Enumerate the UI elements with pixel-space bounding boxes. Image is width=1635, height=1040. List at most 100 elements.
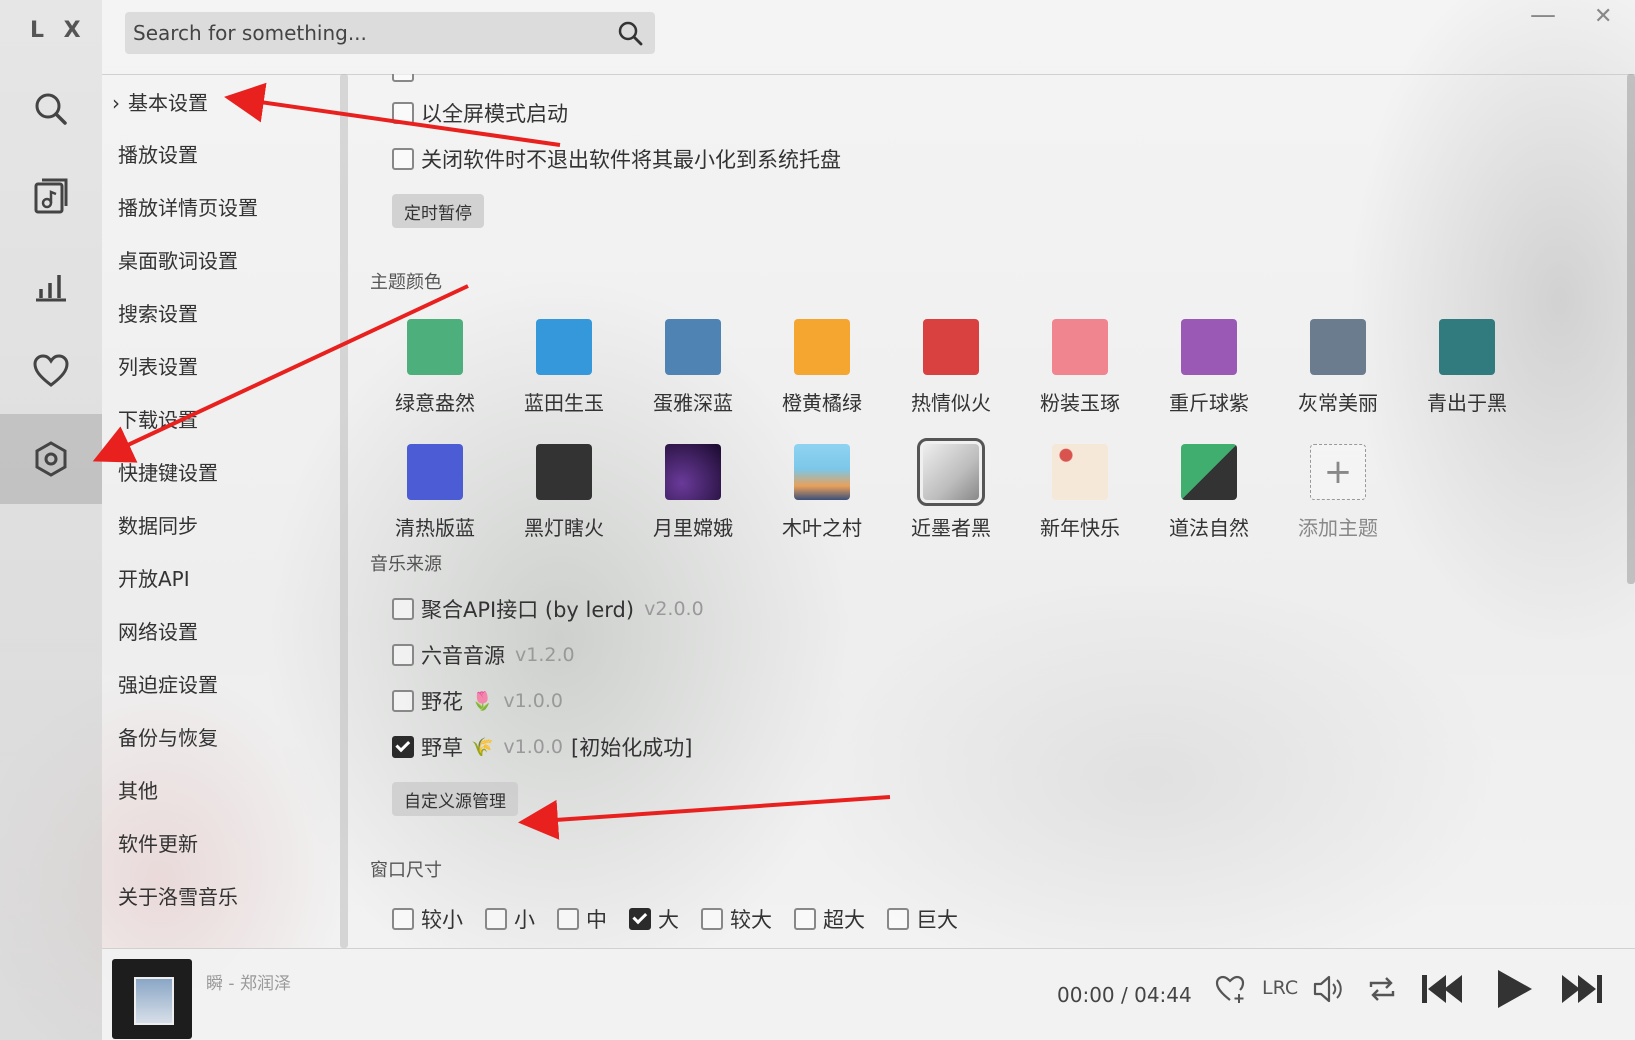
minimize-button[interactable]: — xyxy=(1530,0,1556,30)
player-bar: 瞬 - 郑润泽 00:00 / 04:44 LRC xyxy=(102,948,1635,1040)
fullscreen-start-row[interactable]: 以全屏模式启动 xyxy=(392,98,568,128)
window-size-label: 超大 xyxy=(823,908,865,932)
album-cover[interactable] xyxy=(112,959,192,1039)
window-size-option[interactable]: 中 xyxy=(557,904,607,934)
theme-swatch xyxy=(1052,444,1108,500)
content-scrollbar[interactable] xyxy=(1627,74,1635,584)
source-name: 聚合API接口 (by lerd) xyxy=(421,598,635,622)
window-size-checkbox[interactable] xyxy=(392,908,414,930)
window-size-checkbox[interactable] xyxy=(629,908,651,930)
rail-settings-button[interactable] xyxy=(0,414,102,504)
theme-item[interactable]: 黑灯瞎火 xyxy=(509,444,619,541)
source-checkbox[interactable] xyxy=(392,644,414,666)
nav-scrollbar[interactable] xyxy=(340,74,348,948)
rail-leaderboard-button[interactable] xyxy=(0,240,102,330)
timer-pause-button[interactable]: 定时暂停 xyxy=(392,194,484,228)
add-theme-button[interactable]: + 添加主题 xyxy=(1283,444,1393,541)
favorite-button[interactable] xyxy=(1214,973,1246,1005)
theme-name: 道法自然 xyxy=(1169,516,1249,540)
window-size-option[interactable]: 较大 xyxy=(701,904,772,934)
lyric-toggle-button[interactable]: LRC xyxy=(1262,977,1298,999)
checkbox[interactable] xyxy=(392,74,414,82)
window-size-checkbox[interactable] xyxy=(485,908,507,930)
window-size-checkbox[interactable] xyxy=(794,908,816,930)
previous-button[interactable] xyxy=(1420,971,1466,1007)
theme-item[interactable]: 蓝田生玉 xyxy=(509,319,619,416)
nav-item-play[interactable]: 播放设置 xyxy=(118,139,198,171)
window-size-option[interactable]: 大 xyxy=(629,904,679,934)
next-button[interactable] xyxy=(1558,971,1604,1007)
nav-item-hotkey[interactable]: 快捷键设置 xyxy=(118,457,218,489)
theme-item[interactable]: 新年快乐 xyxy=(1025,444,1135,541)
window-size-option[interactable]: 超大 xyxy=(794,904,865,934)
source-row[interactable]: 聚合API接口 (by lerd) v2.0.0 xyxy=(392,594,704,624)
nav-item-backup[interactable]: 备份与恢复 xyxy=(118,722,218,754)
rail-favorites-button[interactable] xyxy=(0,326,102,416)
repeat-icon xyxy=(1369,977,1395,1001)
window-size-label: 中 xyxy=(586,908,607,932)
song-title[interactable]: 瞬 - 郑润泽 xyxy=(206,969,291,994)
theme-item[interactable]: 道法自然 xyxy=(1154,444,1264,541)
theme-item[interactable]: 粉装玉琢 xyxy=(1025,319,1135,416)
nav-item-search[interactable]: 搜索设置 xyxy=(118,298,198,330)
fullscreen-start-checkbox[interactable] xyxy=(392,102,414,124)
theme-swatch xyxy=(536,319,592,375)
source-name: 野花 xyxy=(421,690,463,714)
window-size-checkbox[interactable] xyxy=(887,908,909,930)
volume-button[interactable] xyxy=(1312,973,1346,1005)
nav-item-desktop-lyric[interactable]: 桌面歌词设置 xyxy=(118,245,238,277)
nav-item-network[interactable]: 网络设置 xyxy=(118,616,198,648)
nav-item-open-api[interactable]: 开放API xyxy=(118,563,190,595)
theme-item[interactable]: 热情似火 xyxy=(896,319,1006,416)
window-size-option[interactable]: 小 xyxy=(485,904,535,934)
nav-item-download[interactable]: 下载设置 xyxy=(118,404,198,436)
minimize-tray-row[interactable]: 关闭软件时不退出软件将其最小化到系统托盘 xyxy=(392,144,841,174)
source-row[interactable]: 野花 🌷 v1.0.0 xyxy=(392,686,563,716)
chevron-right-icon: › xyxy=(112,91,120,115)
search-submit-button[interactable] xyxy=(615,18,645,48)
window-size-checkbox[interactable] xyxy=(557,908,579,930)
theme-name: 近墨者黑 xyxy=(911,516,991,540)
play-button[interactable] xyxy=(1494,967,1534,1011)
source-name: 野草 xyxy=(421,736,463,760)
window-size-option[interactable]: 巨大 xyxy=(887,904,958,934)
nav-item-play-detail[interactable]: 播放详情页设置 xyxy=(118,192,258,224)
theme-item[interactable]: 蛋雅深蓝 xyxy=(638,319,748,416)
minimize-tray-checkbox[interactable] xyxy=(392,148,414,170)
nav-item-basic[interactable]: › 基本设置 xyxy=(112,87,208,119)
theme-item[interactable]: 近墨者黑 xyxy=(896,438,1006,541)
theme-item[interactable]: 青出于黑 xyxy=(1412,319,1522,416)
nav-item-other[interactable]: 其他 xyxy=(118,775,158,807)
window-size-checkbox[interactable] xyxy=(701,908,723,930)
theme-item[interactable]: 木叶之村 xyxy=(767,444,877,541)
source-checkbox[interactable] xyxy=(392,690,414,712)
nav-item-update[interactable]: 软件更新 xyxy=(118,828,198,860)
nav-item-sync[interactable]: 数据同步 xyxy=(118,510,198,542)
source-checkbox[interactable] xyxy=(392,736,414,758)
source-checkbox[interactable] xyxy=(392,598,414,620)
source-name: 六音音源 xyxy=(421,644,505,668)
theme-item[interactable]: 橙黄橘绿 xyxy=(767,319,877,416)
nav-item-about[interactable]: 关于洛雪音乐 xyxy=(118,881,238,913)
theme-item[interactable]: 重斤球紫 xyxy=(1154,319,1264,416)
theme-swatch xyxy=(917,438,985,506)
add-theme-label: 添加主题 xyxy=(1298,516,1378,540)
custom-source-manage-button[interactable]: 自定义源管理 xyxy=(392,782,518,816)
nav-item-list[interactable]: 列表设置 xyxy=(118,351,198,383)
repeat-mode-button[interactable] xyxy=(1366,973,1398,1005)
rail-songlist-button[interactable] xyxy=(0,152,102,242)
theme-item[interactable]: 清热版蓝 xyxy=(380,444,490,541)
source-version: v2.0.0 xyxy=(644,598,704,620)
close-button[interactable]: ✕ xyxy=(1594,4,1612,29)
rail-search-button[interactable] xyxy=(0,64,102,154)
minimize-tray-label: 关闭软件时不退出软件将其最小化到系统托盘 xyxy=(421,148,841,172)
search-input[interactable] xyxy=(133,21,615,45)
window-size-option[interactable]: 较小 xyxy=(392,904,463,934)
theme-item[interactable]: 灰常美丽 xyxy=(1283,319,1393,416)
theme-item[interactable]: 月里嫦娥 xyxy=(638,444,748,541)
source-row[interactable]: 野草 🌾 v1.0.0 [初始化成功] xyxy=(392,732,692,762)
nav-item-ocd[interactable]: 强迫症设置 xyxy=(118,669,218,701)
hidden-checkbox-row[interactable] xyxy=(392,74,421,82)
source-row[interactable]: 六音音源 v1.2.0 xyxy=(392,640,575,670)
theme-item[interactable]: 绿意盎然 xyxy=(380,319,490,416)
